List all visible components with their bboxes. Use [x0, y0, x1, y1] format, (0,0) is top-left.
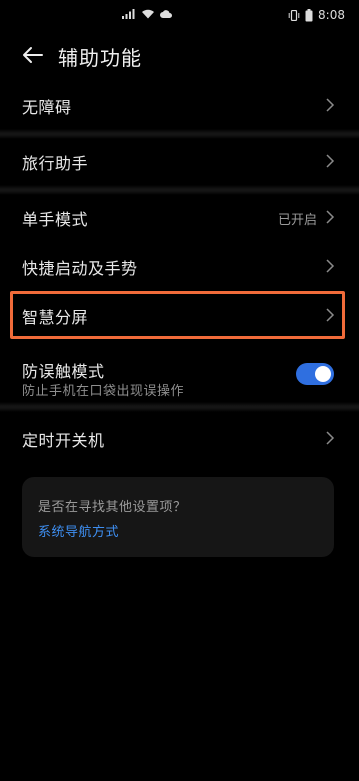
- menu-item-shortcuts-gestures[interactable]: 快捷启动及手势: [0, 242, 359, 290]
- status-time: 8:08: [318, 8, 345, 22]
- cloud-icon: [160, 9, 172, 18]
- menu-item-label: 单手模式: [22, 210, 89, 229]
- menu-item-label: 防误触模式: [22, 362, 105, 381]
- menu-item-travel-assistant[interactable]: 旅行助手: [0, 137, 359, 185]
- system-navigation-link[interactable]: 系统导航方式: [38, 521, 119, 540]
- one-hand-mode-status: 已开启: [277, 213, 317, 228]
- chevron-right-icon: [326, 98, 335, 112]
- chevron-right-icon: [326, 431, 335, 445]
- section-divider: [0, 402, 359, 412]
- toggle-knob: [315, 366, 331, 382]
- menu-item-label: 无障碍: [22, 98, 72, 117]
- page-title: 辅助功能: [58, 46, 142, 70]
- mistouch-toggle[interactable]: [296, 363, 334, 385]
- menu-item-label: 定时开关机: [22, 431, 105, 450]
- wifi-icon: [141, 8, 155, 19]
- suggestion-question: 是否在寻找其他设置项？: [38, 500, 187, 515]
- menu-item-label: 旅行助手: [22, 154, 89, 173]
- menu-item-description: 防止手机在口袋出现误操作: [22, 384, 185, 399]
- back-button[interactable]: [18, 40, 48, 70]
- chevron-right-icon: [326, 154, 335, 168]
- vibrate-icon: [288, 9, 300, 21]
- chevron-right-icon: [326, 210, 335, 224]
- status-right: 8:08: [288, 8, 345, 22]
- page-header: 辅助功能: [0, 34, 359, 76]
- chevron-right-icon: [326, 259, 335, 273]
- status-bar: 8:08: [0, 0, 359, 32]
- battery-icon: [305, 8, 313, 22]
- status-left: [122, 8, 172, 19]
- suggestion-card: 是否在寻找其他设置项？ 系统导航方式: [22, 477, 334, 557]
- back-arrow-icon: [23, 47, 43, 63]
- settings-screen: 8:08 辅助功能 无障碍 旅行助手 单手模式 已开启 快捷启动及手势 智慧分屏…: [0, 0, 359, 781]
- menu-item-label: 快捷启动及手势: [22, 259, 138, 278]
- menu-item-one-hand-mode[interactable]: 单手模式 已开启: [0, 193, 359, 241]
- signal-icon: [122, 8, 136, 19]
- menu-item-scheduled-power[interactable]: 定时开关机: [0, 414, 359, 462]
- menu-item-accessibility[interactable]: 无障碍: [0, 81, 359, 129]
- highlight-box: [10, 291, 345, 339]
